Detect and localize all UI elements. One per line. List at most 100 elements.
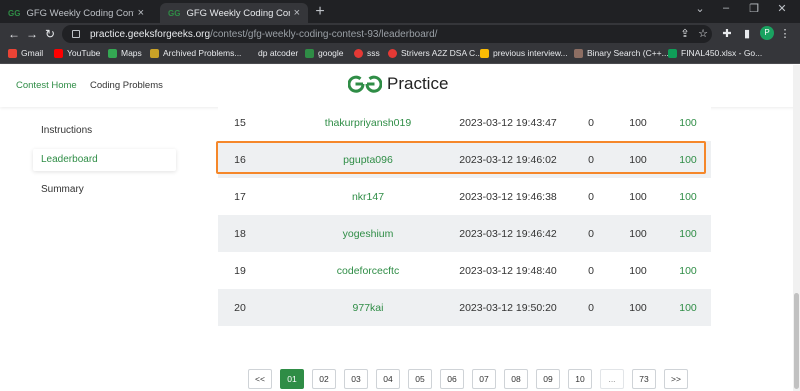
forward-icon[interactable]: → xyxy=(24,26,40,42)
gfg-favicon-icon: GG xyxy=(8,8,21,18)
extensions-icon[interactable]: ✚ xyxy=(720,27,734,40)
bookmark-item[interactable]: dp atcoder xyxy=(258,48,298,58)
penalty-cell: 0 xyxy=(588,227,594,240)
bookmark-item[interactable]: Strivers A2Z DSA C... xyxy=(388,48,482,58)
youtube-icon xyxy=(54,48,63,58)
binary-search-icon xyxy=(574,48,583,58)
page-button-05[interactable]: 05 xyxy=(408,369,432,389)
browser-tab-2[interactable]: GG GFG Weekly Coding Contest - 93 × xyxy=(160,3,308,23)
contest-home-link[interactable]: Contest Home xyxy=(16,80,77,91)
page-button-02[interactable]: 02 xyxy=(312,369,336,389)
bookmark-star-icon[interactable]: ☆ xyxy=(696,27,710,40)
penalty-cell: 0 xyxy=(588,264,594,277)
site-header: Contest Home Coding Problems Practice xyxy=(0,65,800,107)
page-button-03[interactable]: 03 xyxy=(344,369,368,389)
browser-tab-strip: GG GFG Weekly Coding Contest × GG GFG We… xyxy=(0,0,800,23)
tab-title: GFG Weekly Coding Contest xyxy=(26,7,134,19)
tab-search-icon[interactable]: ⌄ xyxy=(690,2,710,15)
bookmark-item[interactable]: FINAL450.xlsx - Go... xyxy=(668,48,762,58)
total-score-cell: 100 xyxy=(679,190,697,203)
sidebar-item-leaderboard[interactable]: Leaderboard xyxy=(33,149,176,171)
bookmark-item[interactable]: previous interview... xyxy=(480,48,568,58)
submission-time-cell: 2023-03-12 19:46:02 xyxy=(459,153,557,166)
table-row: 19 codeforcecftc 2023-03-12 19:48:40 0 1… xyxy=(218,252,711,289)
table-row: 15 thakurpriyansh019 2023-03-12 19:43:47… xyxy=(218,104,711,141)
gfg-practice-logo[interactable]: Practice xyxy=(348,73,448,95)
table-row: 18 yogeshium 2023-03-12 19:46:42 0 100 1… xyxy=(218,215,711,252)
total-score-cell: 100 xyxy=(679,301,697,314)
reload-icon[interactable]: ↻ xyxy=(42,26,58,42)
pagination: << 01 02 03 04 05 06 07 08 09 10 ... 73 … xyxy=(0,369,800,391)
score-cell: 100 xyxy=(629,153,647,166)
profile-avatar[interactable]: P xyxy=(760,26,774,40)
page-button-10[interactable]: 10 xyxy=(568,369,592,389)
close-tab-icon[interactable]: × xyxy=(294,7,300,19)
page-button-07[interactable]: 07 xyxy=(472,369,496,389)
tuf-icon xyxy=(354,48,363,58)
tab-title: GFG Weekly Coding Contest - 93 xyxy=(186,7,289,19)
table-row: 16 pgupta096 2023-03-12 19:46:02 0 100 1… xyxy=(218,141,711,178)
close-tab-icon[interactable]: × xyxy=(138,7,144,19)
coding-problems-link[interactable]: Coding Problems xyxy=(90,80,163,91)
url-path: /contest/gfg-weekly-coding-contest-93/le… xyxy=(210,28,438,40)
prev-page-button[interactable]: << xyxy=(248,369,272,389)
bookmark-item[interactable]: Binary Search (C++... xyxy=(574,48,669,58)
close-window-icon[interactable]: ✕ xyxy=(772,2,792,15)
bookmark-item[interactable]: Maps xyxy=(108,48,142,58)
sidebar-item-summary[interactable]: Summary xyxy=(33,179,176,201)
submission-time-cell: 2023-03-12 19:50:20 xyxy=(459,301,557,314)
share-icon[interactable]: ⇪ xyxy=(678,27,692,40)
penalty-cell: 0 xyxy=(588,301,594,314)
sheets-icon xyxy=(668,48,677,58)
page-button-04[interactable]: 04 xyxy=(376,369,400,389)
address-bar-row: ← → ↻ practice.geeksforgeeks.org /contes… xyxy=(0,23,800,45)
gfg-logo-icon xyxy=(348,75,382,93)
scrollbar-thumb[interactable] xyxy=(794,293,799,389)
submission-time-cell: 2023-03-12 19:46:42 xyxy=(459,227,557,240)
rank-cell: 20 xyxy=(234,301,246,314)
back-icon[interactable]: ← xyxy=(6,26,22,42)
page-button-06[interactable]: 06 xyxy=(440,369,464,389)
penalty-cell: 0 xyxy=(588,190,594,203)
score-cell: 100 xyxy=(629,227,647,240)
tuf-icon xyxy=(388,48,397,58)
rank-cell: 16 xyxy=(234,153,246,166)
submission-time-cell: 2023-03-12 19:43:47 xyxy=(459,116,557,129)
pe-icon xyxy=(150,48,159,58)
score-cell: 100 xyxy=(629,116,647,129)
score-cell: 100 xyxy=(629,190,647,203)
new-tab-button[interactable]: + xyxy=(312,3,328,21)
bookmark-item[interactable]: YouTube xyxy=(54,48,100,58)
rank-cell: 18 xyxy=(234,227,246,240)
table-row: 17 nkr147 2023-03-12 19:46:38 0 100 100 xyxy=(218,178,711,215)
page-button-09[interactable]: 09 xyxy=(536,369,560,389)
logo-text: Practice xyxy=(387,74,449,93)
page-scrollbar[interactable] xyxy=(793,65,800,391)
total-score-cell: 100 xyxy=(679,116,697,129)
bookmark-item[interactable]: Archived Problems... xyxy=(150,48,241,58)
page-button-01[interactable]: 01 xyxy=(280,369,304,389)
sidebar-item-instructions[interactable]: Instructions xyxy=(33,120,176,142)
rank-cell: 19 xyxy=(234,264,246,277)
menu-kebab-icon[interactable]: ⋮ xyxy=(778,27,792,40)
browser-tab-1[interactable]: GG GFG Weekly Coding Contest × xyxy=(0,3,152,23)
restore-icon[interactable]: ❐ xyxy=(744,2,764,15)
minimize-icon[interactable]: – xyxy=(716,2,736,14)
page-ellipsis: ... xyxy=(600,369,624,389)
side-panel-icon[interactable]: ▮ xyxy=(740,27,754,40)
total-score-cell: 100 xyxy=(679,227,697,240)
penalty-cell: 0 xyxy=(588,153,594,166)
page-button-08[interactable]: 08 xyxy=(504,369,528,389)
score-cell: 100 xyxy=(629,301,647,314)
bookmark-item[interactable]: Gmail xyxy=(8,48,43,58)
page-button-73[interactable]: 73 xyxy=(632,369,656,389)
bookmark-item[interactable]: sss xyxy=(354,48,380,58)
rank-cell: 17 xyxy=(234,190,246,203)
gfg-icon xyxy=(305,48,314,58)
url-input[interactable]: practice.geeksforgeeks.org /contest/gfg-… xyxy=(62,25,712,43)
bookmark-item[interactable]: google xyxy=(305,48,344,58)
url-host: practice.geeksforgeeks.org xyxy=(90,28,211,40)
next-page-button[interactable]: >> xyxy=(664,369,688,389)
rank-cell: 15 xyxy=(234,116,246,129)
bookmarks-bar: Gmail YouTube Maps Archived Problems... … xyxy=(0,45,800,64)
